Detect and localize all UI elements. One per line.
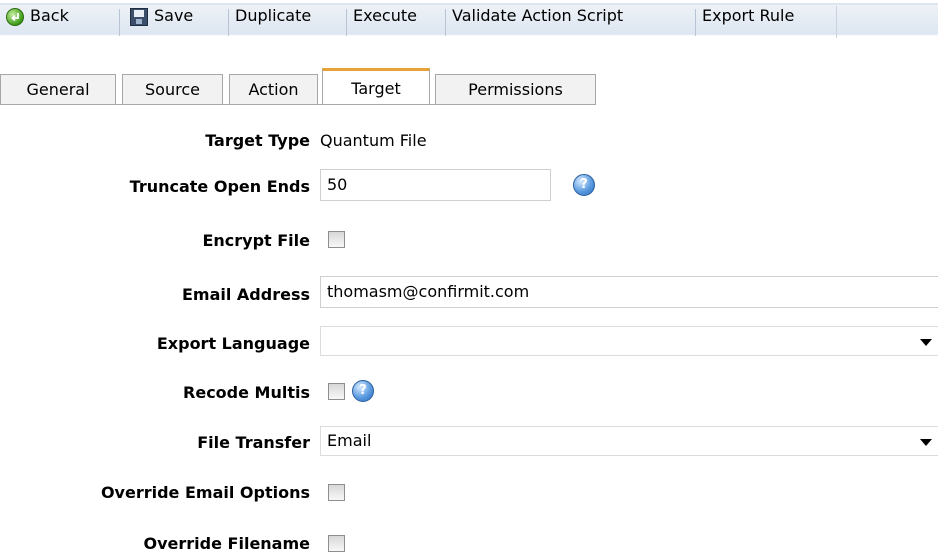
save-icon[interactable] xyxy=(130,8,148,26)
help-icon[interactable]: ? xyxy=(573,174,595,196)
dropdown-arrow-icon xyxy=(920,339,932,346)
encrypt-file-label: Encrypt File xyxy=(202,231,310,250)
override-filename-label: Override Filename xyxy=(143,534,310,553)
help-icon[interactable]: ? xyxy=(352,380,374,402)
duplicate-button[interactable]: Duplicate xyxy=(235,0,311,31)
execute-button[interactable]: Execute xyxy=(353,0,417,31)
dropdown-arrow-icon xyxy=(920,439,932,446)
truncate-open-ends-label: Truncate Open Ends xyxy=(129,177,310,196)
recode-multis-label: Recode Multis xyxy=(183,383,310,402)
truncate-open-ends-input[interactable]: 50 xyxy=(320,169,551,201)
target-type-label: Target Type xyxy=(205,131,310,150)
save-button[interactable]: Save xyxy=(154,0,193,31)
override-email-options-checkbox[interactable] xyxy=(328,484,345,501)
file-transfer-select[interactable]: Email xyxy=(320,426,938,456)
file-transfer-label: File Transfer xyxy=(197,433,310,452)
override-email-options-label: Override Email Options xyxy=(100,483,310,502)
back-button[interactable]: Back xyxy=(30,0,69,31)
tab-permissions[interactable]: Permissions xyxy=(435,74,596,104)
export-rule-button[interactable]: Export Rule xyxy=(702,0,794,31)
validate-action-script-button[interactable]: Validate Action Script xyxy=(452,0,623,31)
tab-general[interactable]: General xyxy=(0,74,116,104)
file-transfer-value: Email xyxy=(327,431,372,450)
recode-multis-checkbox[interactable] xyxy=(328,383,345,400)
toolbar: Back Save Duplicate Execute Validate Act… xyxy=(0,0,938,56)
tab-target[interactable]: Target xyxy=(322,68,430,105)
tab-source[interactable]: Source xyxy=(122,74,223,104)
email-address-input[interactable]: thomasm@confirmit.com xyxy=(320,276,938,308)
email-address-label: Email Address xyxy=(181,285,310,304)
tab-baseline xyxy=(0,104,596,105)
tab-action[interactable]: Action xyxy=(229,74,318,104)
export-language-select[interactable] xyxy=(320,326,938,356)
encrypt-file-checkbox[interactable] xyxy=(328,231,345,248)
override-filename-checkbox[interactable] xyxy=(328,535,345,552)
export-language-label: Export Language xyxy=(156,334,310,353)
back-icon[interactable] xyxy=(6,8,24,26)
target-type-value: Quantum File xyxy=(320,131,427,150)
